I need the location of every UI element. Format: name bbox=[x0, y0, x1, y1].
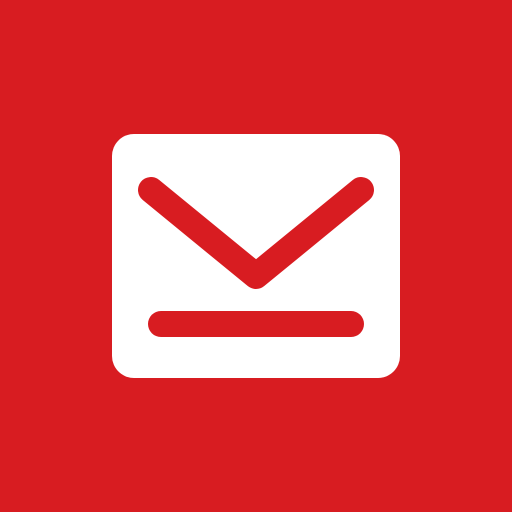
mail-icon bbox=[112, 134, 400, 378]
app-icon-tile[interactable] bbox=[0, 0, 512, 512]
envelope-body bbox=[112, 134, 400, 378]
